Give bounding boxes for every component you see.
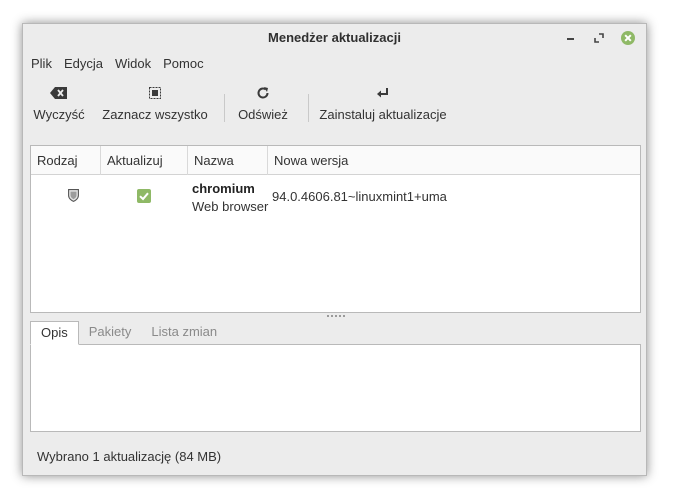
menubar: Plik Edycja Widok Pomoc	[23, 53, 210, 75]
tab-changelog[interactable]: Lista zmian	[141, 321, 227, 345]
select-all-label: Zaznacz wszystko	[102, 107, 208, 122]
clear-label: Wyczyść	[33, 107, 85, 122]
column-header-type[interactable]: Rodzaj	[31, 146, 101, 175]
install-icon	[376, 82, 390, 104]
column-header-update[interactable]: Aktualizuj	[101, 146, 188, 175]
table-row[interactable]: chromium Web browser 94.0.4606.81~linuxm…	[31, 176, 640, 216]
details-tabs: Opis Pakiety Lista zmian	[30, 321, 227, 345]
refresh-button[interactable]: Odśwież	[237, 82, 289, 128]
install-label: Zainstaluj aktualizacje	[319, 107, 447, 122]
table-header: Rodzaj Aktualizuj Nazwa Nowa wersja	[31, 146, 640, 175]
select-all-button[interactable]: Zaznacz wszystko	[102, 82, 208, 128]
updates-table: Rodzaj Aktualizuj Nazwa Nowa wersja chro…	[30, 145, 641, 313]
maximize-button[interactable]	[589, 29, 609, 47]
window-title: Menedżer aktualizacji	[268, 30, 401, 45]
install-updates-button[interactable]: Zainstaluj aktualizacje	[319, 82, 447, 128]
update-checkbox[interactable]	[137, 189, 151, 206]
column-header-new-version[interactable]: Nowa wersja	[268, 146, 642, 175]
menu-edit[interactable]: Edycja	[58, 53, 109, 75]
package-new-version: 94.0.4606.81~linuxmint1+uma	[272, 189, 447, 204]
toolbar-separator	[224, 94, 225, 122]
package-description: Web browser	[192, 199, 269, 214]
shield-icon	[68, 189, 79, 205]
menu-file[interactable]: Plik	[25, 53, 58, 75]
refresh-icon	[256, 82, 270, 104]
column-header-name[interactable]: Nazwa	[188, 146, 268, 175]
minimize-icon	[566, 38, 574, 40]
window-controls	[551, 29, 638, 47]
minimize-button[interactable]	[560, 29, 580, 47]
menu-help[interactable]: Pomoc	[157, 53, 209, 75]
clear-icon	[50, 82, 68, 104]
toolbar-separator	[308, 94, 309, 122]
menu-view[interactable]: Widok	[109, 53, 157, 75]
refresh-label: Odśwież	[238, 107, 288, 122]
status-bar-text: Wybrano 1 aktualizację (84 MB)	[37, 449, 222, 464]
pane-resize-handle[interactable]	[323, 315, 349, 319]
close-icon	[621, 31, 635, 45]
tab-description[interactable]: Opis	[30, 321, 79, 345]
close-button[interactable]	[618, 29, 638, 47]
details-pane	[30, 344, 641, 432]
clear-button[interactable]: Wyczyść	[33, 82, 85, 128]
toolbar: Wyczyść Zaznacz wszystko Odśwież Zainsta…	[23, 82, 646, 132]
select-all-icon	[149, 82, 161, 104]
tab-packages[interactable]: Pakiety	[79, 321, 142, 345]
package-name: chromium	[192, 181, 255, 196]
maximize-icon	[594, 33, 604, 43]
update-manager-window: Menedżer aktualizacji Plik Edycja Widok …	[22, 23, 647, 476]
package-name-cell: chromium Web browser	[192, 181, 268, 214]
